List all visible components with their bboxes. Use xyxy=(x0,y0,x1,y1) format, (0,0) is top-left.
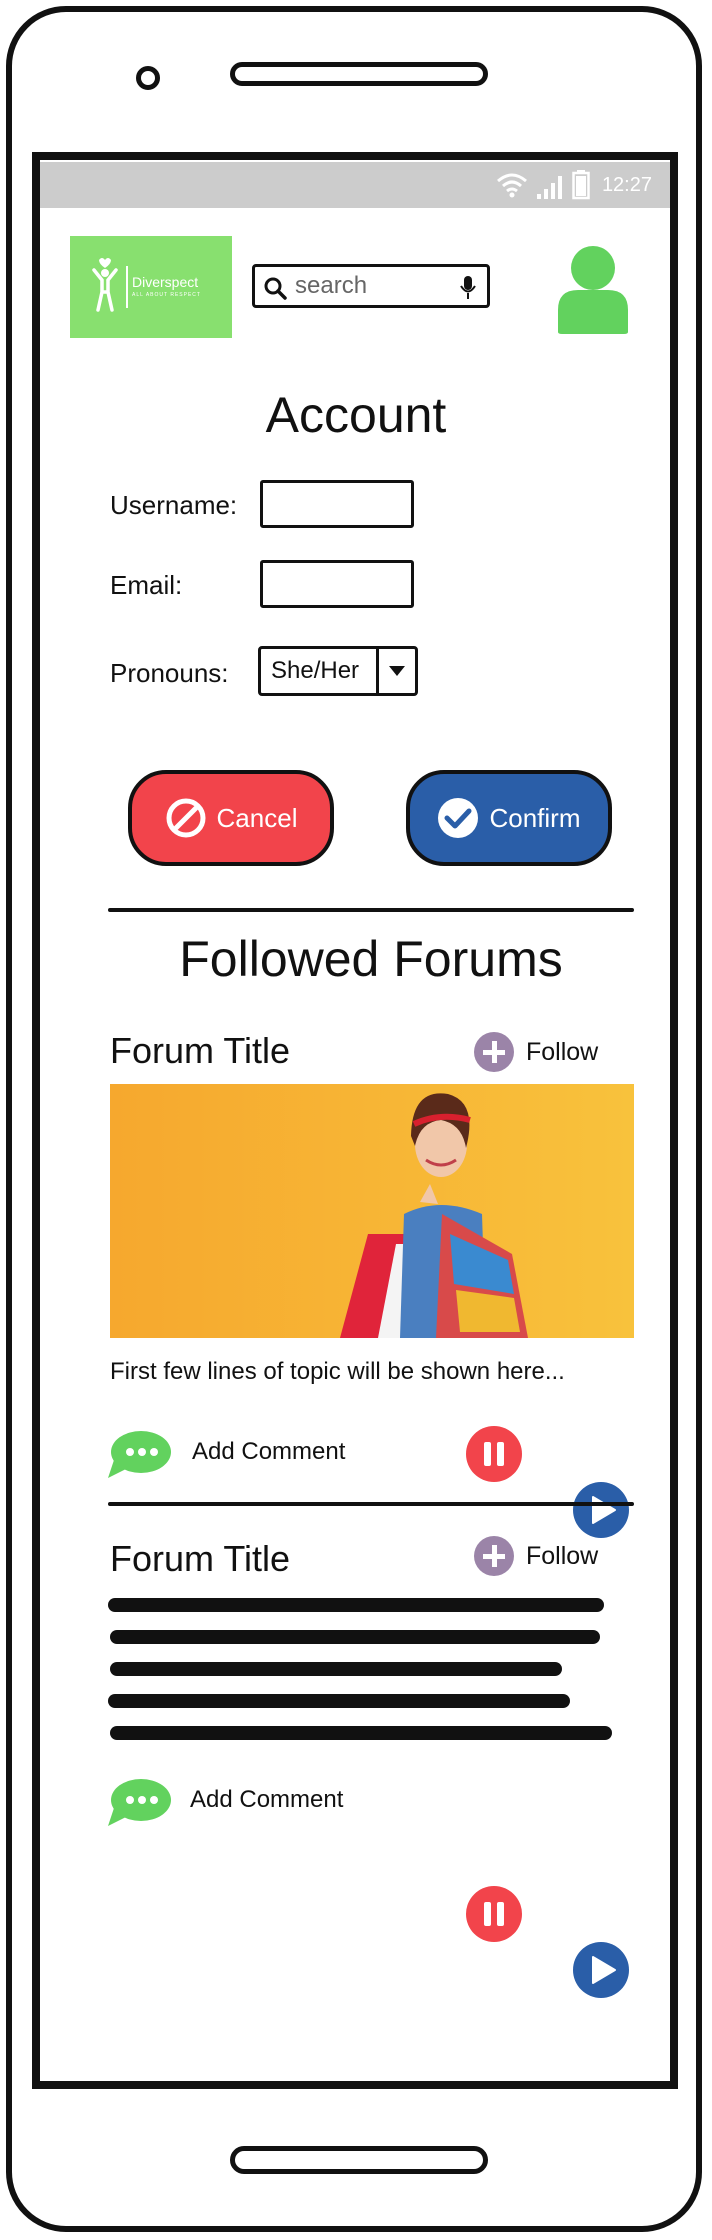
scribble-line xyxy=(108,1598,604,1612)
pronouns-select[interactable]: She/Her xyxy=(258,646,418,696)
speaker-grille xyxy=(230,62,488,86)
logo-name: Diverspect xyxy=(132,274,199,290)
username-field[interactable] xyxy=(260,480,414,528)
confirm-button[interactable]: Confirm xyxy=(406,770,612,866)
section-divider xyxy=(108,908,634,912)
forum-preview-text: First few lines of topic will be shown h… xyxy=(110,1358,565,1385)
follow-label: Follow xyxy=(526,1037,599,1066)
shopping-woman-photo xyxy=(110,1084,634,1338)
comment-bubble-icon[interactable] xyxy=(106,1776,172,1828)
followed-forums-heading: Followed Forums xyxy=(179,931,563,987)
pause-icon xyxy=(484,1902,504,1926)
scribble-line xyxy=(110,1662,562,1676)
username-label: Username: xyxy=(110,490,238,520)
status-time: 12:27 xyxy=(601,174,652,196)
cancel-icon xyxy=(166,798,206,838)
battery-icon xyxy=(572,170,590,200)
play-button[interactable] xyxy=(573,1942,629,1998)
follow-button[interactable]: Follow xyxy=(474,1032,598,1072)
search-icon xyxy=(264,277,287,300)
microphone-icon[interactable] xyxy=(459,275,477,301)
email-field[interactable] xyxy=(260,560,414,608)
cancel-button[interactable]: Cancel xyxy=(128,770,334,866)
logo-tagline: ALL ABOUT RESPECT xyxy=(132,292,201,298)
confirm-label: Confirm xyxy=(489,802,581,833)
pause-button[interactable] xyxy=(466,1886,522,1942)
forum-preview-placeholder xyxy=(108,1596,618,1746)
plus-icon xyxy=(474,1032,514,1072)
play-button[interactable] xyxy=(573,1482,629,1538)
scribble-line xyxy=(108,1694,570,1708)
logo-divider xyxy=(126,266,128,308)
check-circle-icon xyxy=(438,798,479,838)
forum-image[interactable] xyxy=(110,1084,634,1338)
follow-button[interactable]: Follow xyxy=(474,1536,598,1576)
plus-icon xyxy=(474,1536,514,1576)
person-logo-icon xyxy=(92,258,118,312)
email-label: Email: xyxy=(110,570,183,600)
follow-label: Follow xyxy=(526,1541,599,1570)
scribble-line xyxy=(110,1630,600,1644)
pause-button[interactable] xyxy=(466,1426,522,1482)
comment-bubble-icon[interactable] xyxy=(106,1428,172,1480)
forum-title[interactable]: Forum Title xyxy=(110,1030,290,1072)
wifi-icon xyxy=(497,173,527,198)
search-input[interactable] xyxy=(295,272,445,300)
pronouns-label: Pronouns: xyxy=(110,658,229,688)
pronouns-dropdown-toggle[interactable] xyxy=(376,649,415,693)
play-icon xyxy=(592,1496,616,1524)
play-icon xyxy=(592,1956,616,1984)
add-comment-label[interactable]: Add Comment xyxy=(190,1786,343,1814)
forum-title[interactable]: Forum Title xyxy=(110,1538,290,1580)
cancel-label: Cancel xyxy=(216,802,298,833)
chevron-down-icon xyxy=(389,666,405,676)
search-bar[interactable] xyxy=(252,264,490,308)
pronouns-value: She/Her xyxy=(271,657,360,684)
account-title: Account xyxy=(265,387,447,443)
status-bar: 12:27 xyxy=(40,162,670,208)
app-logo[interactable]: Diverspect ALL ABOUT RESPECT xyxy=(70,236,232,338)
user-avatar-icon[interactable] xyxy=(556,244,630,334)
camera-icon xyxy=(136,66,160,90)
forum-divider xyxy=(108,1502,634,1506)
signal-icon xyxy=(537,176,562,199)
home-button[interactable] xyxy=(230,2146,488,2174)
scribble-line xyxy=(110,1726,612,1740)
add-comment-label[interactable]: Add Comment xyxy=(192,1438,345,1466)
pause-icon xyxy=(484,1442,504,1466)
